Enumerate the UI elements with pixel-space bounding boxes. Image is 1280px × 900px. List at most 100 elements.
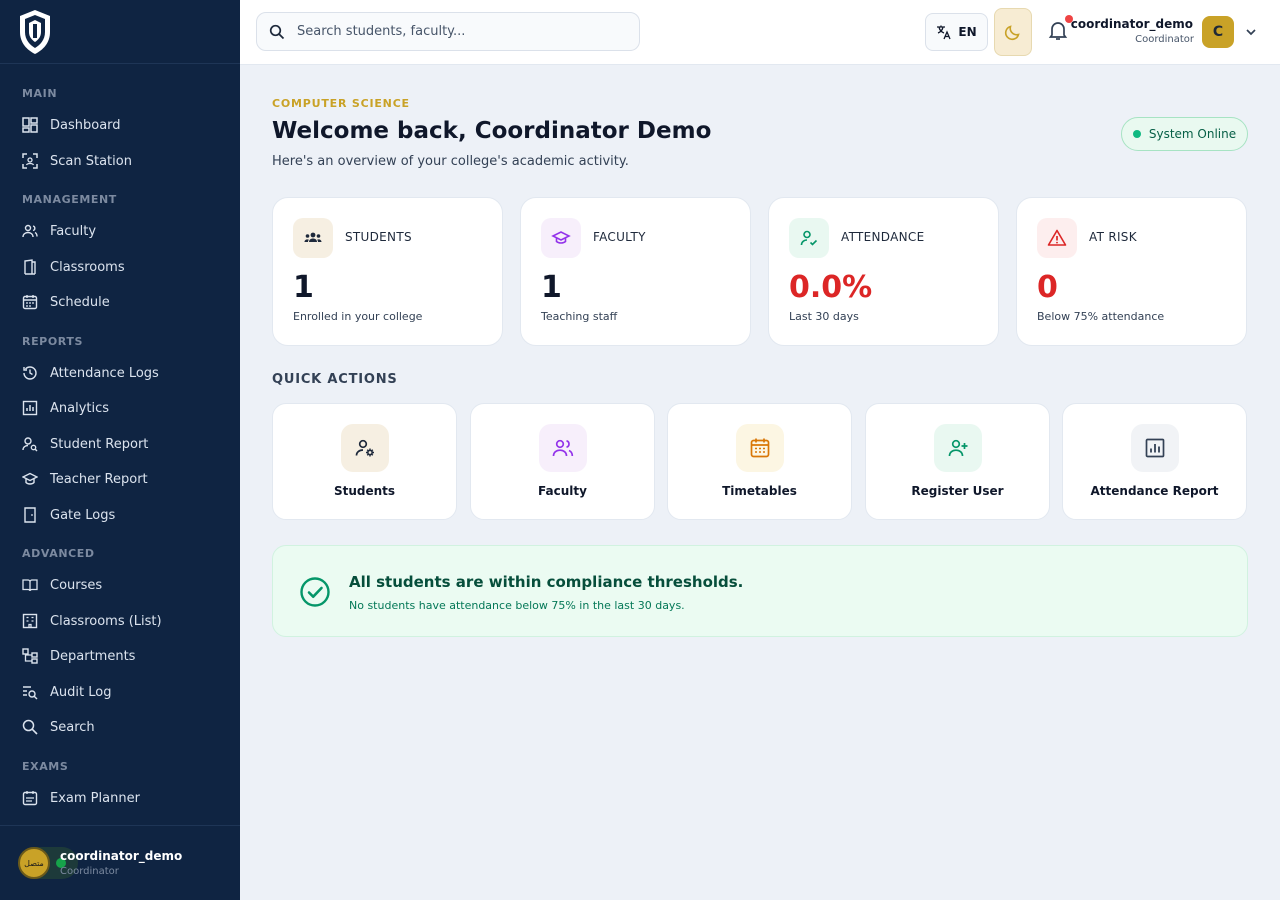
stat-sublabel: Below 75% attendance xyxy=(1037,310,1165,323)
sidebar-item-label: Analytics xyxy=(50,400,110,416)
sidebar-item-gate-logs[interactable]: Gate Logs xyxy=(22,501,222,529)
stat-sublabel: Enrolled in your college xyxy=(293,310,423,323)
user-check-icon xyxy=(800,230,818,246)
quick-actions-title: QUICK ACTIONS xyxy=(272,372,398,387)
sidebar-item-label: Teacher Report xyxy=(50,471,148,487)
users-icon xyxy=(22,224,38,238)
department-label: COMPUTER SCIENCE xyxy=(272,97,410,110)
sidebar-item-exam-planner[interactable]: Exam Planner xyxy=(22,784,222,812)
status-dot xyxy=(1132,130,1141,138)
shield-logo-icon xyxy=(20,9,50,54)
sidebar-item-schedule[interactable]: Schedule xyxy=(22,288,222,316)
calendar-icon xyxy=(22,295,38,310)
topbar: EN coordinator_demo Coordinator C xyxy=(240,0,1280,65)
search-box xyxy=(256,12,640,51)
sidebar-item-analytics[interactable]: Analytics xyxy=(22,394,222,422)
sidebar-item-courses[interactable]: Courses xyxy=(22,571,222,599)
sidebar-item-faculty[interactable]: Faculty xyxy=(22,217,222,245)
scan-icon xyxy=(22,153,38,169)
sidebar-section-advanced: ADVANCED xyxy=(22,547,95,560)
users-group-icon xyxy=(304,232,322,242)
quick-action-students[interactable]: Students xyxy=(272,403,457,520)
sidebar-item-departments[interactable]: Departments xyxy=(22,642,222,670)
sidebar-item-label: Departments xyxy=(50,648,136,664)
quick-action-register-user[interactable]: Register User xyxy=(865,403,1050,520)
sidebar-item-teacher-report[interactable]: Teacher Report xyxy=(22,465,222,493)
page-title: Welcome back, Coordinator Demo xyxy=(272,118,712,144)
stat-label: STUDENTS xyxy=(345,230,412,244)
sidebar-item-label: Search xyxy=(50,719,95,735)
stat-value: 1 xyxy=(541,270,562,305)
translate-icon xyxy=(937,25,951,40)
dashboard-icon xyxy=(22,117,38,133)
moon-icon xyxy=(1004,25,1020,41)
sidebar-section-main: MAIN xyxy=(22,87,58,100)
avatar[interactable]: C xyxy=(1202,16,1234,48)
stat-value: 0.0% xyxy=(789,270,873,305)
check-circle-icon xyxy=(300,577,330,607)
qa-icon-wrap xyxy=(340,424,389,472)
quick-action-attendance-report[interactable]: Attendance Report xyxy=(1062,403,1247,520)
book-icon xyxy=(22,579,38,592)
sidebar-item-scan-station[interactable]: Scan Station xyxy=(22,147,222,175)
sidebar-item-classrooms[interactable]: Classrooms xyxy=(22,253,222,281)
door-icon xyxy=(24,259,36,275)
sidebar-item-dashboard[interactable]: Dashboard xyxy=(22,111,222,139)
stat-card-students: STUDENTS 1 Enrolled in your college xyxy=(272,197,503,346)
chevron-down-icon[interactable] xyxy=(1243,24,1259,40)
brand-logo[interactable] xyxy=(0,0,240,64)
stat-sublabel: Teaching staff xyxy=(541,310,618,323)
stat-label: AT RISK xyxy=(1089,230,1137,244)
gate-icon xyxy=(24,507,36,523)
quick-action-label: Timetables xyxy=(722,484,797,498)
exam-icon xyxy=(22,791,38,806)
building-icon xyxy=(22,613,38,629)
stat-card-at-risk: AT RISK 0 Below 75% attendance xyxy=(1016,197,1247,346)
user-plus-icon xyxy=(948,439,967,457)
qa-icon-wrap xyxy=(1130,424,1179,472)
sidebar-item-label: Courses xyxy=(50,577,103,593)
sidebar-item-label: Scan Station xyxy=(50,153,132,169)
sidebar: MAIN Dashboard Scan Station MANAGEMENT F… xyxy=(0,0,240,900)
quick-action-timetables[interactable]: Timetables xyxy=(667,403,852,520)
stat-card-faculty: FACULTY 1 Teaching staff xyxy=(520,197,751,346)
sidebar-item-label: Audit Log xyxy=(50,684,112,700)
sidebar-item-search[interactable]: Search xyxy=(22,713,222,741)
sidebar-item-label: Attendance Logs xyxy=(50,365,159,381)
quick-action-label: Attendance Report xyxy=(1090,484,1219,498)
language-label: EN xyxy=(958,25,977,39)
sidebar-item-label: Schedule xyxy=(50,294,110,310)
sidebar-user-name: coordinator_demo xyxy=(60,849,183,863)
sidebar-item-label: Gate Logs xyxy=(50,507,116,523)
qa-icon-wrap xyxy=(933,424,982,472)
sidebar-section-reports: REPORTS xyxy=(22,335,83,348)
topbar-user-name: coordinator_demo xyxy=(1070,17,1193,31)
calendar-grid-icon xyxy=(750,438,769,458)
stat-label: ATTENDANCE xyxy=(841,230,925,244)
language-button[interactable]: EN xyxy=(925,13,988,51)
users-icon xyxy=(552,439,573,457)
quick-action-label: Register User xyxy=(911,484,1004,498)
qa-icon-wrap xyxy=(538,424,587,472)
sidebar-item-attendance-logs[interactable]: Attendance Logs xyxy=(22,359,222,387)
sidebar-section-management: MANAGEMENT xyxy=(22,193,117,206)
toggle-knob: متصل xyxy=(18,847,50,879)
warning-triangle-icon xyxy=(1047,229,1067,246)
stat-sublabel: Last 30 days xyxy=(789,310,859,323)
quick-action-faculty[interactable]: Faculty xyxy=(470,403,655,520)
sidebar-item-audit-log[interactable]: Audit Log xyxy=(22,678,222,706)
stat-label: FACULTY xyxy=(593,230,646,244)
sidebar-item-student-report[interactable]: Student Report xyxy=(22,430,222,458)
compliance-banner: All students are within compliance thres… xyxy=(272,545,1248,637)
stat-icon-wrap xyxy=(541,218,581,258)
theme-toggle-button[interactable] xyxy=(994,8,1032,56)
hierarchy-icon xyxy=(22,648,38,664)
history-icon xyxy=(23,366,37,380)
stat-card-attendance: ATTENDANCE 0.0% Last 30 days xyxy=(768,197,999,346)
stat-icon-wrap xyxy=(293,218,333,258)
compliance-subtitle: No students have attendance below 75% in… xyxy=(349,599,685,612)
search-input[interactable] xyxy=(297,24,617,39)
sidebar-item-classrooms-list[interactable]: Classrooms (List) xyxy=(22,607,222,635)
page-subtitle: Here's an overview of your college's aca… xyxy=(272,154,629,169)
graduation-cap-icon xyxy=(22,472,38,485)
